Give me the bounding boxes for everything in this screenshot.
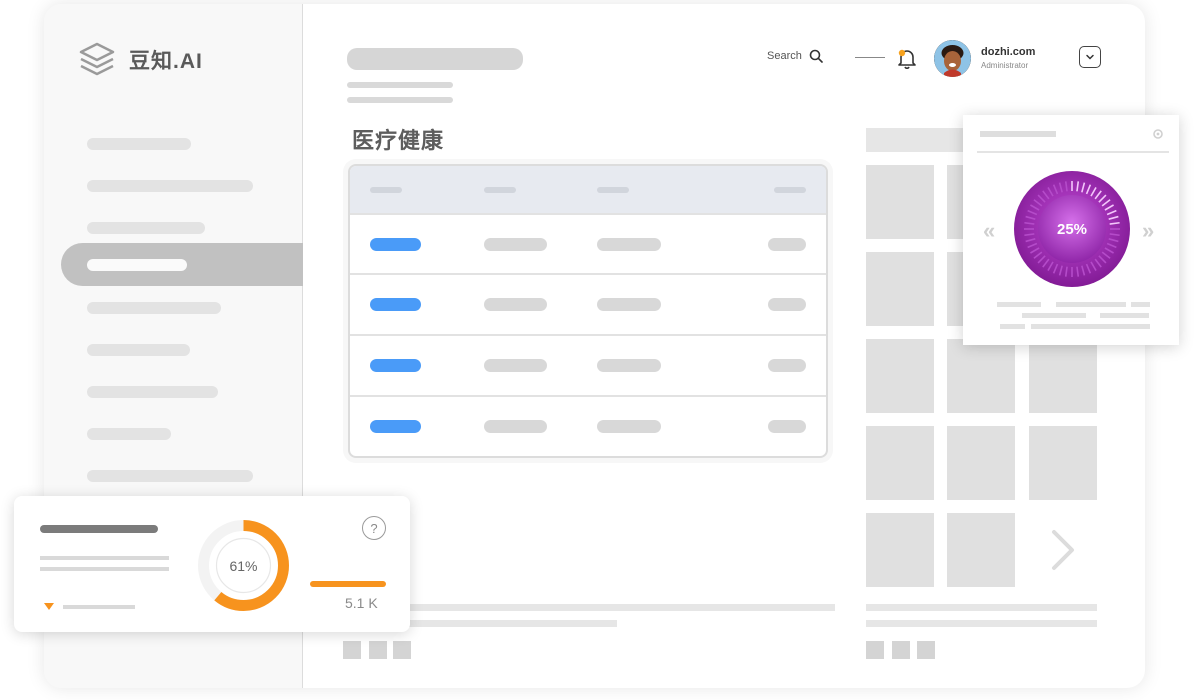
gauge-card-divider bbox=[977, 151, 1169, 153]
stage: 豆知.AI Search dozhi.com Administrator 医疗健… bbox=[0, 0, 1195, 700]
table-row[interactable] bbox=[350, 213, 826, 273]
sidebar-item[interactable] bbox=[44, 454, 303, 498]
gallery-footer-placeholder bbox=[866, 604, 1097, 611]
page-title-placeholder bbox=[347, 48, 523, 70]
gallery-tile[interactable] bbox=[866, 165, 934, 239]
gallery-tile[interactable] bbox=[947, 513, 1015, 587]
table-row[interactable] bbox=[350, 395, 826, 456]
stat-card-title-placeholder bbox=[40, 525, 158, 533]
prev-arrow-icon[interactable]: « bbox=[983, 218, 995, 244]
gauge-card: « » 25% bbox=[963, 115, 1179, 345]
chevron-down-icon bbox=[1086, 54, 1094, 60]
table-header bbox=[350, 166, 826, 213]
user-role: Administrator bbox=[981, 61, 1029, 70]
donut-percent: 61% bbox=[229, 557, 258, 574]
pager-box[interactable] bbox=[917, 641, 935, 659]
sidebar-item[interactable] bbox=[44, 370, 303, 414]
gallery-tile[interactable] bbox=[947, 339, 1015, 413]
stat-value: 5.1 K bbox=[345, 595, 378, 611]
brand-name: 豆知.AI bbox=[129, 50, 203, 73]
subtitle-placeholder bbox=[347, 82, 453, 88]
section-title: 医疗健康 bbox=[352, 128, 445, 153]
search-icon bbox=[809, 49, 823, 63]
trend-down-icon bbox=[44, 603, 54, 610]
user-menu-button[interactable] bbox=[1079, 46, 1101, 68]
pager-box[interactable] bbox=[892, 641, 910, 659]
gauge-card-title-placeholder bbox=[980, 131, 1056, 137]
stat-bar bbox=[310, 581, 386, 587]
user-name: dozhi.com bbox=[981, 46, 1036, 58]
pager-box[interactable] bbox=[866, 641, 884, 659]
table-row[interactable] bbox=[350, 273, 826, 334]
sidebar-item[interactable] bbox=[44, 286, 303, 330]
sidebar-item-active[interactable] bbox=[61, 243, 303, 286]
avatar[interactable] bbox=[934, 40, 971, 77]
table-row[interactable] bbox=[350, 334, 826, 395]
sidebar-item[interactable] bbox=[44, 412, 303, 456]
subtitle-placeholder bbox=[347, 97, 453, 103]
search-label: Search bbox=[767, 50, 802, 62]
chevron-right-icon[interactable] bbox=[1048, 528, 1078, 572]
footer-placeholder bbox=[354, 604, 835, 611]
stack-logo-icon bbox=[79, 42, 115, 76]
gallery-tile[interactable] bbox=[866, 339, 934, 413]
progress-donut: 61% bbox=[196, 518, 291, 613]
search-button[interactable]: Search bbox=[767, 49, 823, 63]
gallery-tile[interactable] bbox=[866, 513, 934, 587]
gauge-dial: 25% bbox=[1013, 170, 1131, 288]
gallery-tile[interactable] bbox=[866, 426, 934, 500]
gallery-tile[interactable] bbox=[866, 252, 934, 326]
pager-box[interactable] bbox=[393, 641, 411, 659]
next-arrow-icon[interactable]: » bbox=[1142, 218, 1154, 244]
sidebar-item[interactable] bbox=[44, 122, 303, 166]
stat-card: 61% ? 5.1 K bbox=[14, 496, 410, 632]
header-divider bbox=[855, 57, 885, 58]
data-table bbox=[348, 164, 828, 458]
pager-box[interactable] bbox=[343, 641, 361, 659]
gallery-tile[interactable] bbox=[947, 426, 1015, 500]
sidebar-item[interactable] bbox=[44, 164, 303, 208]
gear-icon[interactable] bbox=[1152, 128, 1164, 140]
pager-box[interactable] bbox=[369, 641, 387, 659]
gallery-footer-placeholder bbox=[866, 620, 1097, 627]
bell-icon[interactable] bbox=[897, 47, 917, 69]
sidebar-item[interactable] bbox=[44, 328, 303, 372]
main-content: Search dozhi.com Administrator 医疗健康 bbox=[304, 4, 1145, 688]
help-icon[interactable]: ? bbox=[362, 516, 386, 540]
gallery-tile[interactable] bbox=[1029, 426, 1097, 500]
gallery-tile[interactable] bbox=[1029, 339, 1097, 413]
gauge-value: 25% bbox=[1056, 220, 1088, 238]
brand-logo[interactable]: 豆知.AI bbox=[77, 40, 203, 80]
